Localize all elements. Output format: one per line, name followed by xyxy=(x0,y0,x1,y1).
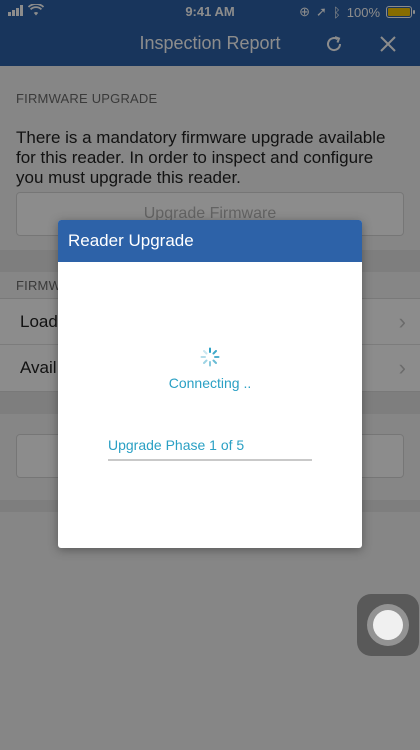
connection-status: Connecting .. xyxy=(168,375,252,391)
assistive-touch-dot xyxy=(373,610,403,640)
assistive-touch-button[interactable] xyxy=(357,594,419,656)
assistive-touch-ring xyxy=(367,604,409,646)
loading-spinner-icon xyxy=(200,347,220,367)
upgrade-progress-bar xyxy=(108,459,312,461)
upgrade-phase-label: Upgrade Phase 1 of 5 xyxy=(108,437,245,453)
dialog-title: Reader Upgrade xyxy=(58,220,362,262)
reader-upgrade-dialog: Reader Upgrade Connecting .. Upgrade Pha… xyxy=(58,220,362,548)
